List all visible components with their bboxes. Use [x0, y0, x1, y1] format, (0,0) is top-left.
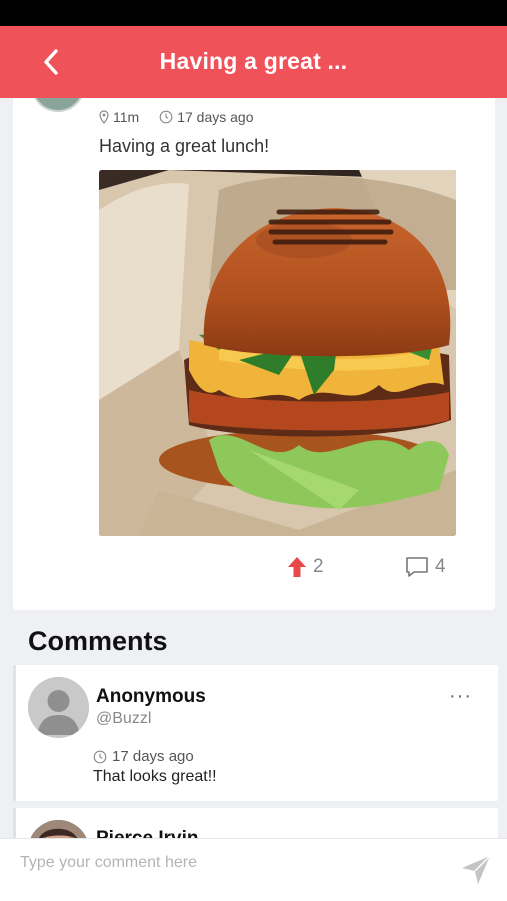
page-title: Having a great ... [159, 48, 348, 74]
comment-item: Anonymous @Buzzl ··· 17 days ago That lo… [13, 665, 498, 801]
burger-photo [99, 170, 456, 536]
comment-author-name[interactable]: Pierce Irvin [96, 828, 198, 838]
more-options-button[interactable]: ··· [449, 686, 472, 706]
user-photo [28, 820, 89, 838]
comment-item: Pierce Irvin [13, 808, 498, 838]
post-distance: 11m [113, 109, 140, 125]
post-time: 17 days ago [177, 109, 254, 125]
avatar[interactable] [28, 820, 89, 838]
location-pin-icon [99, 110, 109, 124]
comments-button[interactable]: 4 [405, 556, 446, 578]
arrow-up-icon [288, 557, 306, 577]
post-card: 11m 17 days ago Having a great lunch! 2 … [13, 98, 495, 610]
post-detail-scroll[interactable]: 11m 17 days ago Having a great lunch! 2 … [0, 98, 507, 838]
comment-author-handle: @Buzzl [96, 710, 152, 727]
app-header: Having a great ... [0, 26, 507, 98]
upvote-button[interactable]: 2 [287, 556, 324, 578]
post-author-avatar[interactable] [31, 98, 85, 112]
post-image[interactable] [99, 170, 456, 536]
post-meta: 11m 17 days ago [99, 109, 254, 125]
send-icon [462, 855, 491, 884]
comment-text: That looks great!! [93, 768, 217, 785]
avatar[interactable] [28, 677, 89, 738]
comments-heading: Comments [28, 626, 168, 656]
post-actions: 2 4 [13, 556, 495, 586]
comment-composer [0, 838, 507, 901]
comment-input[interactable] [18, 849, 442, 877]
default-avatar-icon [28, 677, 89, 738]
status-bar [0, 0, 507, 26]
clock-icon [159, 110, 173, 124]
send-button[interactable] [459, 853, 493, 887]
upvote-count: 2 [313, 556, 324, 577]
comment-time: 17 days ago [93, 748, 194, 765]
comment-time-text: 17 days ago [112, 748, 194, 765]
comment-bubble-icon [406, 557, 428, 577]
comment-count: 4 [435, 556, 446, 577]
clock-icon [93, 750, 107, 763]
post-text: Having a great lunch! [99, 136, 270, 156]
comment-author-name[interactable]: Anonymous [96, 686, 206, 708]
